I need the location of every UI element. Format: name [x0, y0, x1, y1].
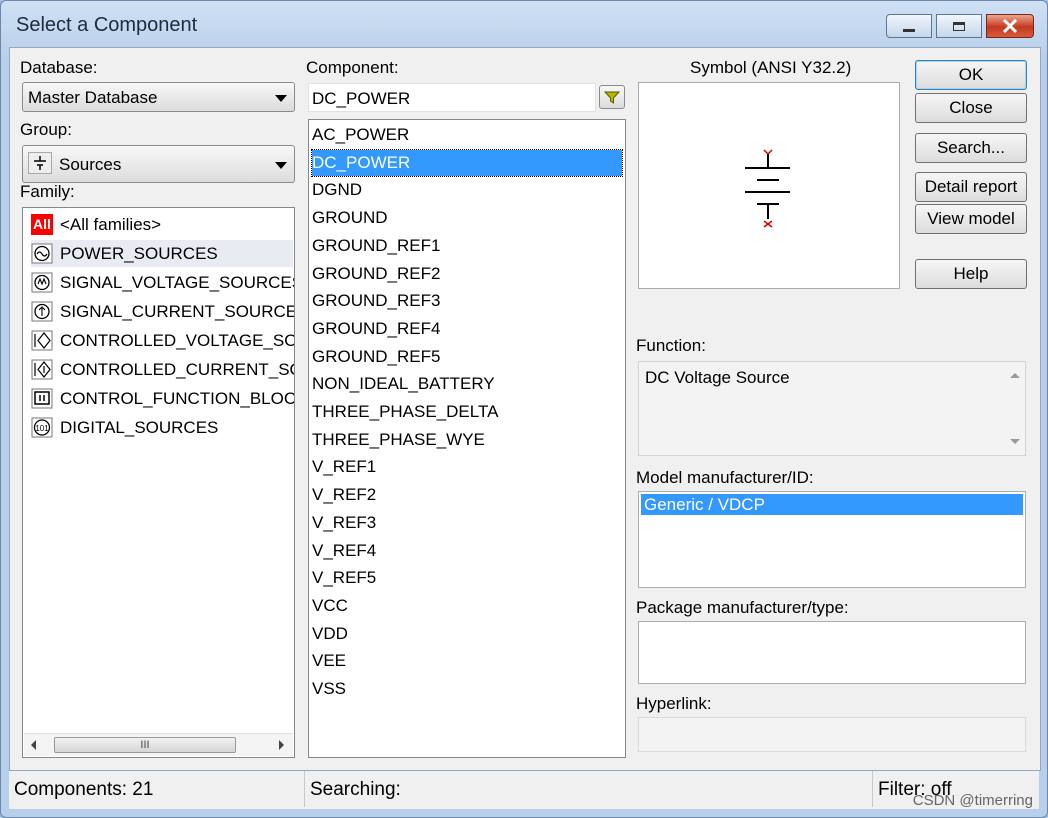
component-item[interactable]: V_REF3: [312, 510, 622, 536]
component-item[interactable]: GROUND_REF5: [312, 344, 622, 370]
database-label: Database:: [20, 58, 98, 77]
function-scrollbar[interactable]: [1005, 363, 1024, 454]
watermark: CSDN @timerring: [912, 792, 1033, 809]
family-item-power-sources[interactable]: POWER_SOURCES: [31, 240, 293, 267]
component-item[interactable]: V_REF2: [312, 482, 622, 508]
database-value: Master Database: [28, 88, 158, 107]
component-item[interactable]: GROUND_REF3: [312, 288, 622, 314]
status-bar: Components: 21 Searching: Filter: off: [9, 771, 1039, 809]
component-item[interactable]: GROUND_REF4: [312, 316, 622, 342]
family-item-signal-voltage[interactable]: SIGNAL_VOLTAGE_SOURCES: [31, 269, 294, 296]
close-window-button[interactable]: [986, 14, 1034, 38]
family-item-signal-current[interactable]: SIGNAL_CURRENT_SOURCES: [31, 298, 294, 325]
scroll-thumb[interactable]: III: [54, 737, 236, 753]
package-list[interactable]: [638, 621, 1026, 684]
component-input-value: DC_POWER: [312, 89, 411, 108]
database-dropdown[interactable]: Master Database: [22, 82, 295, 112]
title-bar[interactable]: Select a Component: [1, 1, 1047, 47]
close-icon: [987, 15, 1033, 37]
component-list[interactable]: AC_POWER DC_POWER DGND GROUND GROUND_REF1 GRO…: [308, 119, 626, 758]
scroll-left-icon[interactable]: [31, 740, 36, 750]
filter-button[interactable]: [599, 85, 625, 109]
family-item-control-function[interactable]: CONTROL_FUNCTION_BLOCKS: [31, 385, 294, 412]
maximize-button[interactable]: [936, 14, 982, 38]
control-function-icon: [31, 388, 53, 409]
component-label: Component:: [306, 58, 399, 77]
help-button[interactable]: Help: [915, 259, 1027, 289]
signal-current-icon: [31, 301, 53, 322]
search-button[interactable]: Search...: [915, 133, 1027, 163]
group-label: Group:: [20, 120, 72, 139]
component-item[interactable]: VSS: [312, 676, 622, 702]
symbol-label: Symbol (ANSI Y32.2): [690, 58, 852, 77]
function-text: DC Voltage Source: [638, 361, 1026, 456]
hyperlink-field[interactable]: [638, 717, 1026, 752]
family-list[interactable]: All <All families> POWER_SOURCES SIGNAL_…: [22, 207, 295, 758]
digital-source-icon: 101: [31, 417, 53, 438]
group-value: Sources: [59, 155, 122, 174]
all-families-icon: All: [31, 214, 53, 235]
component-item[interactable]: V_REF5: [312, 565, 622, 591]
family-label: Family:: [20, 182, 75, 201]
status-components: Components: 21: [9, 771, 305, 807]
chevron-down-icon: [275, 162, 287, 169]
power-source-icon: [31, 243, 53, 264]
scroll-up-icon[interactable]: [1010, 373, 1020, 378]
model-item-selected[interactable]: Generic / VDCP: [641, 494, 1023, 515]
svg-text:101: 101: [35, 424, 49, 433]
component-item[interactable]: GROUND: [312, 205, 622, 231]
model-manufacturer-label: Model manufacturer/ID:: [636, 468, 814, 487]
dialog-body: Database: Master Database Group: Sources…: [9, 47, 1041, 771]
minimize-button[interactable]: [886, 14, 932, 38]
function-value: DC Voltage Source: [645, 368, 790, 387]
symbol-preview: [638, 82, 900, 289]
component-item[interactable]: AC_POWER: [312, 122, 622, 148]
dc-power-symbol: [745, 149, 790, 228]
filter-icon: [600, 91, 624, 112]
status-searching: Searching:: [305, 771, 873, 807]
detail-report-button[interactable]: Detail report: [915, 172, 1027, 202]
component-item[interactable]: DC_POWER: [311, 148, 623, 177]
component-item[interactable]: NON_IDEAL_BATTERY: [312, 371, 622, 397]
component-item[interactable]: VCC: [312, 593, 622, 619]
function-label: Function:: [636, 336, 706, 355]
component-item[interactable]: VDD: [312, 621, 622, 647]
model-manufacturer-list[interactable]: Generic / VDCP: [638, 491, 1026, 588]
family-horizontal-scrollbar[interactable]: III: [24, 733, 293, 756]
controlled-current-icon: [31, 359, 53, 380]
view-model-button[interactable]: View model: [915, 204, 1027, 234]
chevron-down-icon: [275, 95, 287, 102]
ok-button[interactable]: OK: [915, 60, 1027, 90]
maximize-icon: [937, 15, 981, 37]
family-item-all[interactable]: All <All families>: [31, 211, 293, 238]
hyperlink-label: Hyperlink:: [636, 694, 712, 713]
component-search-input[interactable]: DC_POWER: [308, 83, 596, 112]
scroll-right-icon[interactable]: [279, 740, 284, 750]
select-component-window: Select a Component Database: Master Data…: [0, 0, 1048, 818]
component-item[interactable]: V_REF1: [312, 454, 622, 480]
component-item[interactable]: DGND: [312, 177, 622, 203]
controlled-voltage-icon: [31, 330, 53, 351]
component-item[interactable]: V_REF4: [312, 538, 622, 564]
component-item[interactable]: VEE: [312, 648, 622, 674]
minimize-icon: [887, 15, 931, 37]
power-symbol-icon: [28, 152, 52, 174]
package-label: Package manufacturer/type:: [636, 598, 849, 617]
window-title: Select a Component: [16, 14, 198, 36]
family-item-digital-sources[interactable]: 101 DIGITAL_SOURCES: [31, 414, 293, 441]
component-item[interactable]: GROUND_REF2: [312, 261, 622, 287]
group-dropdown[interactable]: Sources: [22, 145, 295, 183]
component-item[interactable]: THREE_PHASE_DELTA: [312, 399, 622, 425]
family-item-controlled-voltage[interactable]: CONTROLLED_VOLTAGE_SOUR: [31, 327, 294, 354]
component-item[interactable]: THREE_PHASE_WYE: [312, 427, 622, 453]
signal-voltage-icon: [31, 272, 53, 293]
component-item[interactable]: GROUND_REF1: [312, 233, 622, 259]
family-item-controlled-current[interactable]: CONTROLLED_CURRENT_SOUF: [31, 356, 294, 383]
scroll-down-icon[interactable]: [1010, 439, 1020, 444]
close-button[interactable]: Close: [915, 93, 1027, 123]
